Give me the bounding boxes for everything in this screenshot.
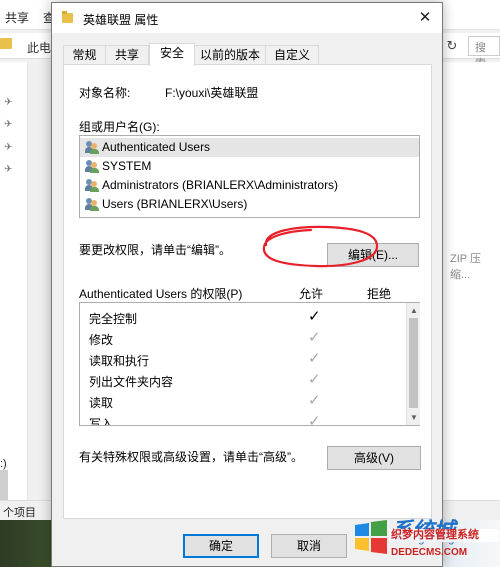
status-text: 个项目 (3, 507, 36, 519)
explorer-search-input[interactable]: 搜索 (468, 36, 500, 70)
ribbon-tab-share[interactable]: 共享 (5, 9, 29, 26)
edit-button[interactable]: 编辑(E)... (327, 243, 419, 267)
permission-name: 列出文件夹内容 (89, 375, 174, 389)
allow-check-icon: ✓ (308, 392, 321, 409)
group-item-label: SYSTEM (102, 159, 152, 173)
permission-row: 写入 ✓ (80, 411, 406, 425)
permission-row: 读取 ✓ (80, 390, 406, 411)
permission-row: 修改 ✓ (80, 327, 406, 348)
nav-scrollbar[interactable] (0, 470, 8, 500)
group-item-label: Authenticated Users (102, 140, 211, 154)
permission-name: 读取 (89, 396, 114, 410)
permission-name: 写入 (89, 417, 114, 425)
permissions-list[interactable]: 完全控制 ✓ 修改 ✓ 读取和执行 ✓ 列出文件夹内容 ✓ 读取 ✓ 写入 ✓ (79, 302, 420, 426)
allow-check-icon: ✓ (308, 371, 321, 388)
tab-sharing[interactable]: 共享 (105, 45, 149, 65)
watermark-subtitle: 织梦内容管理系统 (389, 529, 499, 542)
group-item-authenticated-users[interactable]: Authenticated Users (80, 138, 419, 157)
permissions-scrollbar[interactable]: ▲ ▼ (406, 303, 420, 425)
permission-name: 读取和执行 (89, 354, 150, 368)
close-button[interactable]: ✕ (410, 5, 440, 31)
scroll-up-icon[interactable]: ▲ (410, 306, 418, 315)
cancel-button[interactable]: 取消 (271, 534, 347, 558)
allow-column-header: 允许 (299, 287, 324, 301)
folder-icon (0, 38, 12, 49)
tab-customize[interactable]: 自定义 (265, 45, 319, 65)
allow-check-icon: ✓ (308, 350, 321, 367)
group-item-label: Users (BRIANLERX\Users) (102, 197, 248, 211)
watermark-url: DEDECMS.COM (391, 547, 468, 558)
pin-icon[interactable]: ✈ (4, 164, 16, 176)
allow-check-icon: ✓ (308, 308, 321, 325)
advanced-button[interactable]: 高级(V) (327, 446, 421, 470)
security-panel: 对象名称: F:\youxi\英雄联盟 组或用户名(G): Authentica… (63, 64, 432, 519)
change-permissions-hint: 要更改权限，请单击“编辑”。 (79, 243, 231, 257)
folder-icon (62, 11, 73, 23)
tab-previous-versions[interactable]: 以前的版本 (194, 45, 266, 65)
users-icon (85, 198, 99, 211)
group-user-list[interactable]: Authenticated Users SYSTEM Administrator… (79, 135, 420, 218)
pin-icon[interactable]: ✈ (4, 119, 16, 131)
explorer-file-list (440, 62, 500, 502)
properties-dialog: 英雄联盟 属性 ✕ 常规 共享 安全 以前的版本 自定义 对象名称: F:\yo… (51, 2, 443, 567)
permission-row: 读取和执行 ✓ (80, 348, 406, 369)
dialog-titlebar[interactable]: 英雄联盟 属性 ✕ (52, 3, 442, 33)
scroll-thumb[interactable] (409, 318, 418, 408)
dialog-title: 英雄联盟 属性 (83, 13, 159, 27)
tab-security[interactable]: 安全 (149, 43, 195, 66)
allow-check-icon: ✓ (308, 413, 321, 425)
users-icon (85, 179, 99, 192)
drive-label: :) (0, 458, 7, 470)
refresh-icon[interactable]: ↻ (443, 36, 461, 56)
group-item-users[interactable]: Users (BRIANLERX\Users) (80, 195, 419, 214)
site-watermark: 系统城 xitongcheng 织梦内容管理系统 DEDECMS.COM (351, 509, 500, 567)
pin-icon[interactable]: ✈ (4, 97, 16, 109)
group-list-label: 组或用户名(G): (79, 120, 160, 134)
object-name-value: F:\youxi\英雄联盟 (165, 86, 259, 100)
ok-button[interactable]: 确定 (183, 534, 259, 558)
explorer-nav-pane: ✈ ✈ ✈ ✈ (0, 62, 28, 502)
permission-name: 完全控制 (89, 312, 138, 326)
group-item-administrators[interactable]: Administrators (BRIANLERX\Administrators… (80, 176, 419, 195)
deny-column-header: 拒绝 (367, 287, 392, 301)
permission-row: 列出文件夹内容 ✓ (80, 369, 406, 390)
permission-row: 完全控制 ✓ (80, 306, 406, 327)
allow-check-icon: ✓ (308, 329, 321, 346)
users-icon (85, 141, 99, 154)
users-icon (85, 160, 99, 173)
object-name-label: 对象名称: (79, 86, 131, 100)
group-item-system[interactable]: SYSTEM (80, 157, 419, 176)
zip-label: ZIP 压缩... (450, 253, 481, 281)
scroll-down-icon[interactable]: ▼ (410, 413, 418, 422)
pin-icon[interactable]: ✈ (4, 142, 16, 154)
group-item-label: Administrators (BRIANLERX\Administrators… (102, 178, 339, 192)
permission-name: 修改 (89, 333, 114, 347)
windows-logo-icon (355, 520, 387, 554)
advanced-hint: 有关特殊权限或高级设置，请单击“高级”。 (79, 450, 303, 464)
permissions-title: Authenticated Users 的权限(P) (79, 287, 243, 301)
tab-general[interactable]: 常规 (63, 45, 106, 65)
